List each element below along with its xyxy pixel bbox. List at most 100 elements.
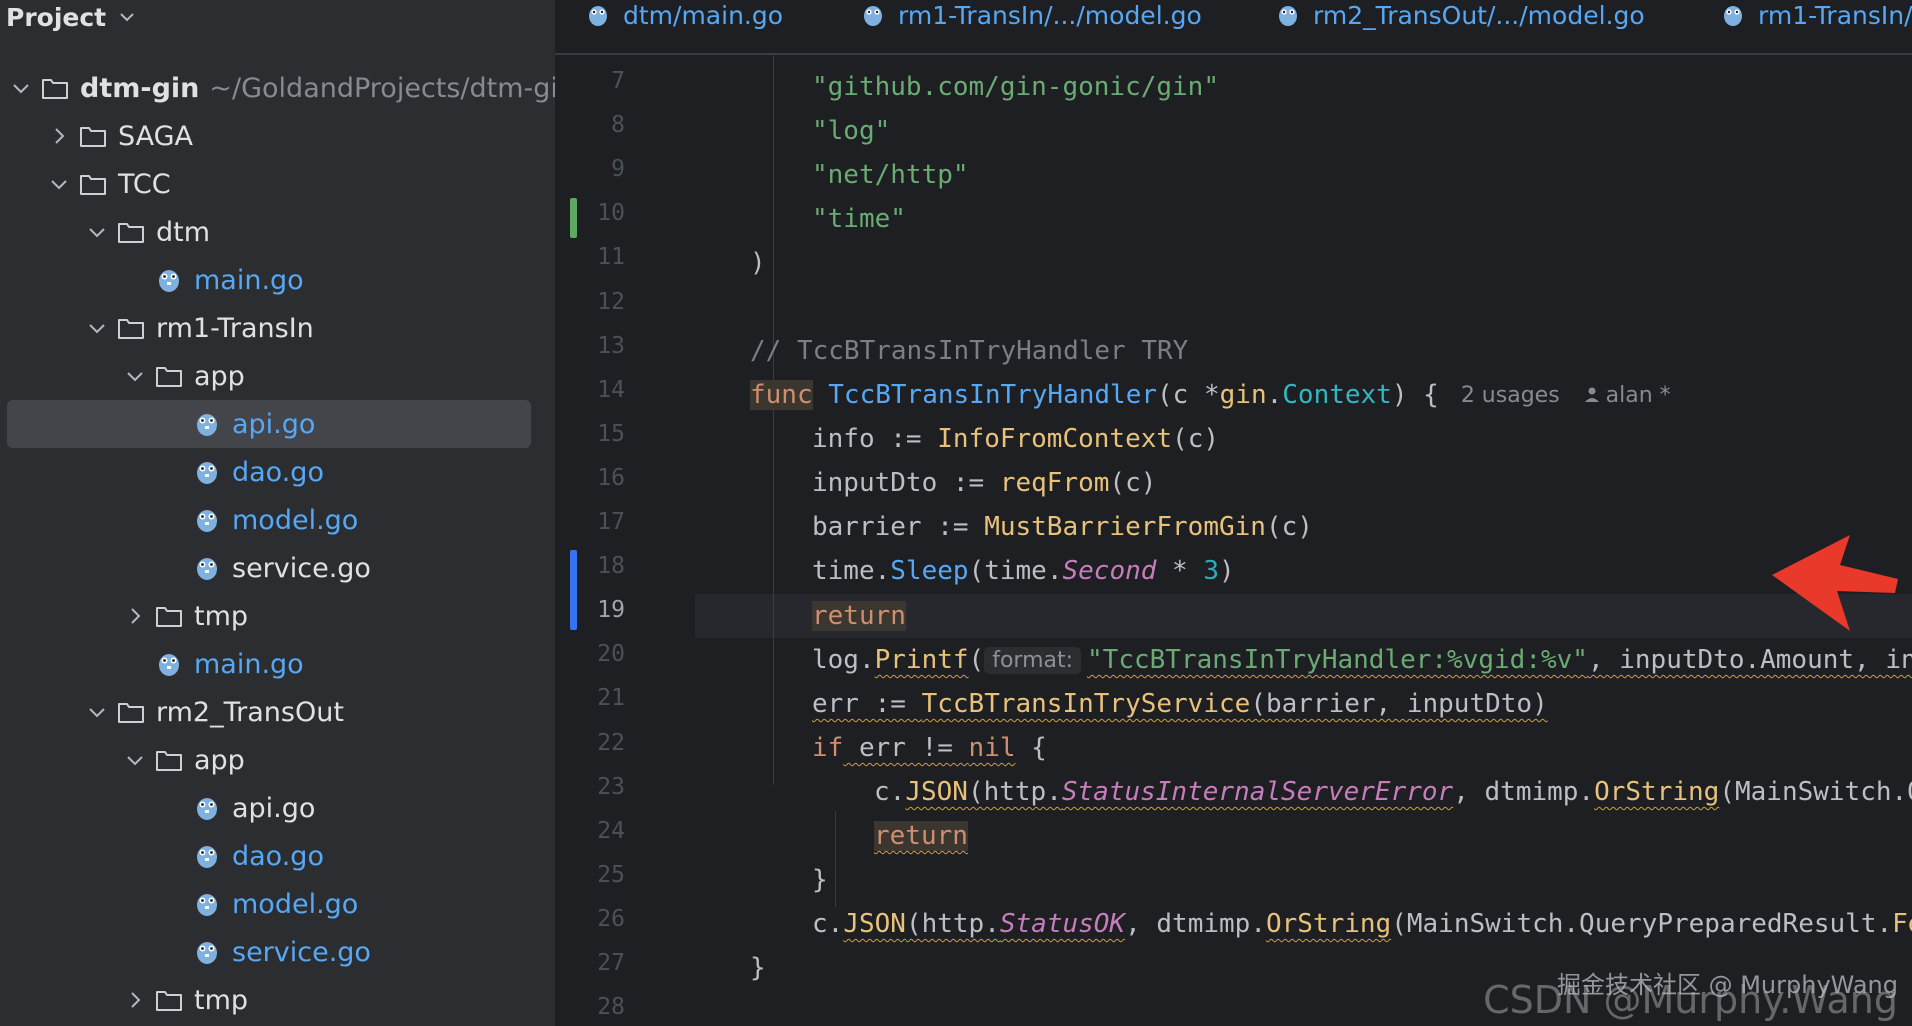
line-number[interactable]: 10	[597, 200, 625, 226]
line-number[interactable]: 28	[597, 994, 625, 1020]
line-number[interactable]: 12	[597, 289, 625, 315]
line-number[interactable]: 20	[597, 641, 625, 667]
call-name: reqFrom	[999, 468, 1110, 498]
tree-file-api-go[interactable]: api.go	[7, 400, 531, 448]
nil-literal: nil	[968, 733, 1016, 763]
token: (MainSwitch.QueryPreparedResult.	[1391, 909, 1893, 939]
chevron-down-icon[interactable]	[86, 221, 108, 243]
tree-file-service-go[interactable]: service.go	[0, 928, 555, 976]
tree-folder-rm1-transin[interactable]: rm1-TransIn	[0, 304, 555, 352]
tree-item-name: model.go	[232, 888, 359, 920]
chevron-right-icon[interactable]	[48, 125, 70, 147]
tree-folder-dtm[interactable]: dtm	[0, 208, 555, 256]
tree-item-name: dtm	[156, 216, 211, 248]
line-number[interactable]: 16	[597, 465, 625, 491]
tree-file-model-go[interactable]: model.go	[0, 880, 555, 928]
chevron-down-icon[interactable]	[10, 77, 32, 99]
tab-rm1-overflow[interactable]: rm1-TransIn/	[1720, 0, 1912, 30]
tree-item-label: service.go	[232, 937, 371, 968]
line-number[interactable]: 23	[597, 774, 625, 800]
chevron-down-icon[interactable]	[124, 749, 146, 771]
line-number[interactable]: 19	[597, 597, 625, 623]
code-line-27: }	[750, 946, 766, 990]
tab-rm1-model[interactable]: rm1-TransIn/.../model.go	[860, 0, 1202, 30]
line-number[interactable]: 15	[597, 421, 625, 447]
tree-folder-tcc[interactable]: TCC	[0, 160, 555, 208]
tree-folder-tmp[interactable]: tmp	[0, 592, 555, 640]
chevron-down-icon[interactable]	[124, 365, 146, 387]
tree-folder-app[interactable]: app	[0, 352, 555, 400]
tree-folder-tmp[interactable]: tmp	[0, 976, 555, 1024]
tree-item-path: ~/GoldandProjects/dtm-gin	[209, 72, 555, 104]
tree-file-main-go[interactable]: main.go	[0, 256, 555, 304]
line-number[interactable]: 7	[611, 68, 625, 94]
code-area[interactable]: "github.com/gin-gonic/gin" "log" "net/ht…	[695, 55, 1912, 1026]
tree-file-api-go[interactable]: api.go	[0, 784, 555, 832]
tree-file-dao-go[interactable]: dao.go	[0, 832, 555, 880]
line-number-gutter[interactable]: 7 8 9 10 11 12 13 14 15 16 17 18 19 20 21 22 23 24 25 26 27 2…	[555, 55, 675, 1026]
chevron-down-icon[interactable]	[116, 6, 138, 28]
tree-folder-app[interactable]: app	[0, 736, 555, 784]
line-number[interactable]: 25	[597, 862, 625, 888]
token: c.	[812, 909, 844, 939]
tree-file-main-go[interactable]: main.go	[0, 640, 555, 688]
person-icon	[1584, 387, 1599, 402]
comment: // TccBTransInTryHandler TRY	[750, 336, 1189, 366]
number-literal: 3	[1203, 556, 1220, 586]
function-name: TccBTransInTryHandler	[828, 380, 1158, 410]
chevron-right-icon[interactable]	[124, 989, 146, 1011]
code-editor[interactable]: dtm/main.go rm1-TransIn/.../model.go rm2…	[555, 0, 1912, 1026]
line-number[interactable]: 26	[597, 906, 625, 932]
parameter-hint: format:	[984, 646, 1082, 674]
vcs-modified-marker[interactable]	[570, 550, 577, 630]
line-number[interactable]: 27	[597, 950, 625, 976]
chevron-right-icon[interactable]	[124, 605, 146, 627]
line-number[interactable]: 21	[597, 685, 625, 711]
usages-hint[interactable]: 2 usages	[1461, 383, 1560, 408]
indent-guide	[773, 55, 774, 785]
line-number[interactable]: 17	[597, 509, 625, 535]
chevron-down-icon[interactable]	[86, 317, 108, 339]
tab-rm2-model[interactable]: rm2_TransOut/.../model.go	[1275, 0, 1645, 30]
project-header[interactable]: Project	[0, 0, 138, 34]
line-number[interactable]: 13	[597, 333, 625, 359]
keyword: func	[750, 380, 813, 410]
chevron-down-icon[interactable]	[48, 173, 70, 195]
author-hint[interactable]: alan *	[1606, 383, 1671, 408]
line-number[interactable]: 11	[597, 244, 625, 270]
tree-folder-rm2-transout[interactable]: rm2_TransOut	[0, 688, 555, 736]
tree-file-model-go[interactable]: model.go	[0, 496, 555, 544]
token: time.	[812, 556, 891, 586]
string-literal: "TccBTransInTryHandler:%vgid:%v"	[1087, 645, 1588, 675]
tree-item-name: api.go	[232, 408, 316, 440]
call-name: JSON	[905, 777, 968, 807]
token: (c *	[1157, 380, 1220, 410]
token: (c)	[1109, 468, 1157, 498]
tree-folder-saga[interactable]: SAGA	[0, 112, 555, 160]
tree-item-label: model.go	[232, 889, 358, 920]
tree-item-label: tmp	[194, 601, 248, 632]
tree-item-name: dao.go	[232, 840, 324, 872]
tree-file-dao-go[interactable]: dao.go	[0, 448, 555, 496]
code-line-26: c. JSON (http. StatusOK, dtmimp. OrString (Ma…	[812, 902, 1912, 946]
constant-name: Second	[1062, 556, 1157, 586]
gopher-icon	[197, 894, 217, 916]
token: err !=	[843, 733, 969, 763]
line-number[interactable]: 22	[597, 730, 625, 756]
line-number[interactable]: 9	[611, 156, 625, 182]
line-number[interactable]: 24	[597, 818, 625, 844]
token: inputDto :=	[812, 468, 1000, 498]
tree-item-name: model.go	[232, 504, 359, 536]
tree-file-service-go[interactable]: service.go	[0, 544, 555, 592]
tree-item-name: rm1-TransIn	[156, 312, 314, 344]
tree-folder-dtm-gin[interactable]: dtm-gin ~/GoldandProjects/dtm-gin	[0, 64, 555, 112]
tree-item-label: api.go	[232, 793, 315, 824]
tree-item-name: main.go	[194, 648, 304, 680]
vcs-added-marker[interactable]	[570, 198, 577, 238]
chevron-down-icon[interactable]	[86, 701, 108, 723]
line-number[interactable]: 18	[597, 553, 625, 579]
line-number[interactable]: 14	[597, 377, 625, 403]
tab-dtm-main[interactable]: dtm/main.go	[585, 0, 783, 30]
line-number[interactable]: 8	[611, 112, 625, 138]
token: )	[1219, 556, 1235, 586]
